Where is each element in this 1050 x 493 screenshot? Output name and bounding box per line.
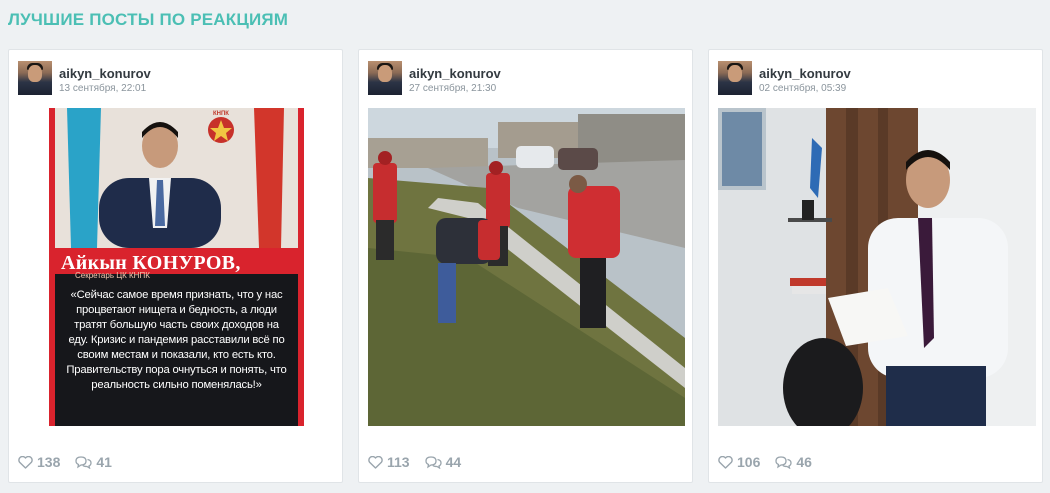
post-card[interactable]: aikyn_konurov 13 сентября, 22:01 КНПК Ай… (8, 49, 343, 483)
comment-bubbles-icon (775, 456, 793, 469)
post-username[interactable]: aikyn_konurov (59, 66, 151, 81)
comment-bubbles-icon (75, 456, 93, 469)
post-username[interactable]: aikyn_konurov (409, 66, 501, 81)
likes-stat[interactable]: 138 (18, 454, 60, 470)
comments-count: 46 (796, 454, 812, 470)
comments-count: 44 (445, 454, 462, 470)
likes-count: 138 (37, 454, 61, 470)
poster-emblem-text: КНПК (213, 111, 229, 117)
post-image[interactable]: КНПК Айкын КОНУРОВ, Секретарь ЦК КНПК «С… (49, 108, 304, 426)
post-card[interactable]: aikyn_konurov 27 сентября, 21:30 113 44 (358, 49, 693, 483)
avatar[interactable] (18, 61, 52, 95)
post-stats: 106 46 (718, 452, 827, 472)
post-image[interactable] (718, 108, 1036, 426)
post-stats: 138 41 (18, 452, 127, 472)
avatar[interactable] (718, 61, 752, 95)
post-date: 27 сентября, 21:30 (409, 83, 497, 94)
comments-stat[interactable]: 46 (775, 454, 812, 470)
section-title: ЛУЧШИЕ ПОСТЫ ПО РЕАКЦИЯМ (8, 10, 289, 29)
post-username[interactable]: aikyn_konurov (759, 66, 851, 81)
post-date: 13 сентября, 22:01 (59, 83, 147, 94)
likes-stat[interactable]: 113 (368, 454, 410, 470)
poster-subtitle: Секретарь ЦК КНПК (75, 271, 150, 280)
likes-count: 113 (387, 454, 410, 470)
post-date: 02 сентября, 05:39 (759, 83, 847, 94)
comments-count: 41 (96, 454, 112, 470)
poster-quote: «Сейчас самое время признать, что у нас … (66, 289, 287, 391)
comments-stat[interactable]: 44 (424, 454, 462, 470)
heart-icon (718, 455, 733, 469)
avatar[interactable] (368, 61, 402, 95)
post-cards: aikyn_konurov 13 сентября, 22:01 КНПК Ай… (8, 49, 1045, 485)
comment-bubbles-icon (424, 456, 442, 469)
likes-count: 106 (737, 454, 761, 470)
likes-stat[interactable]: 106 (718, 454, 760, 470)
post-image[interactable] (368, 108, 685, 426)
post-card[interactable]: aikyn_konurov 02 сентября, 05:39 106 46 (708, 49, 1043, 483)
heart-icon (368, 455, 383, 469)
post-stats: 113 44 (368, 452, 476, 472)
comments-stat[interactable]: 41 (75, 454, 112, 470)
heart-icon (18, 455, 33, 469)
